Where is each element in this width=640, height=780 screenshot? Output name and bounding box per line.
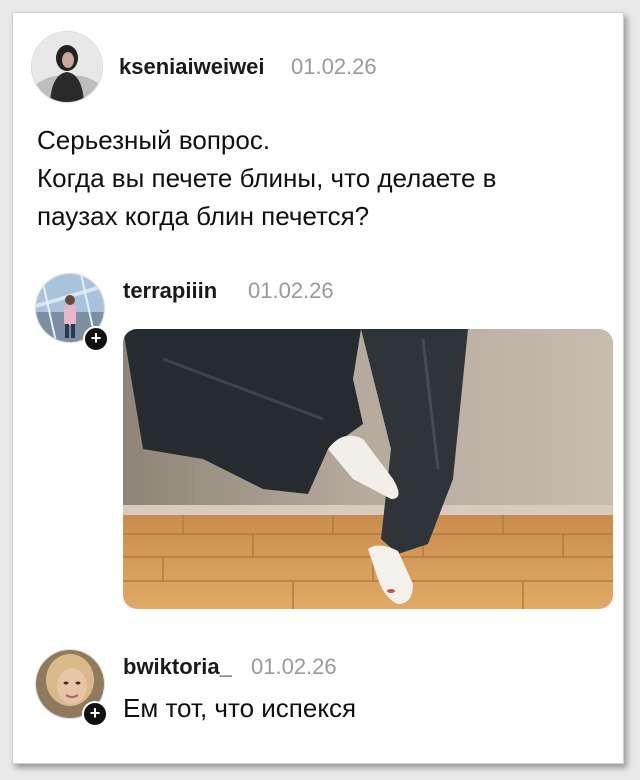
reply1-username[interactable]: terrapiiin <box>123 278 217 304</box>
profile-photo-icon <box>32 32 102 102</box>
follow-plus-icon[interactable]: + <box>82 701 108 727</box>
post-username[interactable]: kseniaiweiwei <box>119 54 265 80</box>
post-date: 01.02.26 <box>291 54 377 79</box>
reply1-photo[interactable] <box>123 329 613 609</box>
post-card: kseniaiweiwei 01.02.26 Серьезный вопрос.… <box>12 12 624 764</box>
reply1-date: 01.02.26 <box>248 278 334 303</box>
reply2-username[interactable]: bwiktoria_ <box>123 654 232 680</box>
post-line-3: паузах когда блин печется? <box>37 201 370 231</box>
post-line-1: Серьезный вопрос. <box>37 125 271 155</box>
post-body: Серьезный вопрос. Когда вы печете блины,… <box>37 121 607 235</box>
avatar-kseniaiweiwei[interactable] <box>31 31 103 103</box>
post-line-2: Когда вы печете блины, что делаете в <box>37 163 497 193</box>
jeans-photo-icon <box>123 329 613 609</box>
reply2-date: 01.02.26 <box>251 654 337 679</box>
reply2-text: Ем тот, что испекся <box>123 693 357 723</box>
follow-plus-icon[interactable]: + <box>83 326 109 352</box>
